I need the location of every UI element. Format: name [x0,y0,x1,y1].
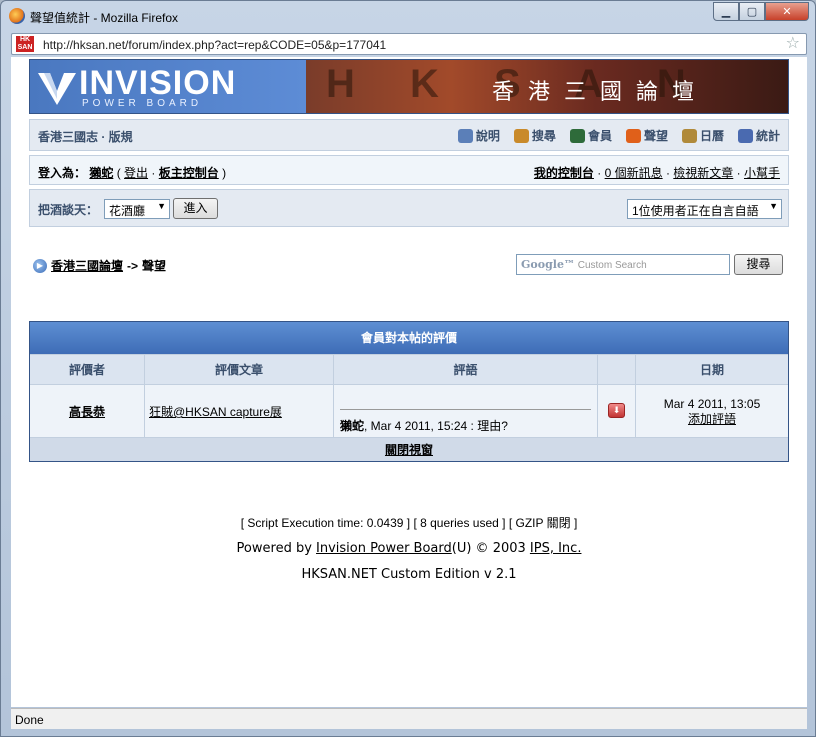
table-row: 高長恭 狂賊@HKSAN capture展 獺蛇, Mar 4 2011, 15… [30,384,788,437]
enter-button[interactable]: 進入 [173,198,218,219]
forum-banner[interactable]: INVISION POWER BOARD H K S A N 香港三國論壇 [29,59,789,114]
site-favicon-icon: HK SAN [16,36,34,52]
breadcrumb-forum-link[interactable]: 香港三國論壇 [51,257,123,274]
col-icon [598,355,636,384]
negative-rating-icon: ⬇ [608,403,625,418]
online-users-select[interactable]: 1位使用者正在自言自語 ▼ [627,199,782,219]
nav-item[interactable]: 搜尋 [513,127,556,144]
rating-table: 會員對本帖的評價 評價者 評價文章 評語 日期 高長恭 狂賊@HKSAN cap… [29,321,789,462]
nav-item[interactable]: 聲望 [625,127,668,144]
nav-item-label: 會員 [587,129,612,143]
members-icon [569,128,585,143]
chevron-down-icon: ▼ [769,201,778,211]
chat-label: 把酒談天： [38,203,99,217]
nav-item-label: 日曆 [699,129,724,143]
title-bar: 聲望值統計 - Mozilla Firefox ▁ ▢ ✕ [1,1,815,31]
ips-link[interactable]: IPS, Inc. [530,541,582,556]
col-rater: 評價者 [30,355,145,384]
logout-link[interactable]: 登出 [124,166,148,180]
nav-item-label: 搜尋 [531,129,556,143]
mod-cp-link[interactable]: 板主控制台 [159,166,219,180]
rater-link[interactable]: 高長恭 [69,405,105,419]
comment-divider [340,409,591,410]
username-link[interactable]: 獺蛇 [89,166,113,180]
new-messages-link[interactable]: 0 個新訊息 [605,166,663,180]
comment-user: 獺蛇 [340,419,365,433]
maximize-button[interactable]: ▢ [739,2,765,21]
search-button[interactable]: 搜尋 [734,254,783,275]
calendar-icon [681,128,697,143]
rating-table-title: 會員對本帖的評價 [30,322,788,354]
col-comment: 評語 [334,355,598,384]
view-new-posts-link[interactable]: 檢視新文章 [673,166,733,180]
execution-stats: [ Script Execution time: 0.0439 ] [ 8 qu… [240,516,578,530]
nav-strip: 香港三國志 · 版規 說明 搜尋 會員 聲望 日曆 統計 [29,119,789,151]
powered-mid: (U) © 2003 [451,541,530,556]
browser-window: 聲望值統計 - Mozilla Firefox ▁ ▢ ✕ HK SAN htt… [0,0,816,737]
article-link[interactable]: 狂賊@HKSAN capture展 [149,405,282,419]
col-date: 日期 [699,363,724,377]
banner-artwork: H K S A N 香港三國論壇 [306,60,788,113]
firefox-icon [9,8,25,24]
search-placeholder: Custom Search [577,260,647,271]
invision-link[interactable]: Invision Power Board [316,541,452,556]
stats-icon [737,128,753,143]
breadcrumb-current: 聲望 [142,259,167,273]
google-logo: Google™ [521,258,575,271]
url-text[interactable]: http://hksan.net/forum/index.php?act=rep… [43,38,386,52]
close-button[interactable]: ✕ [765,2,809,21]
status-text: Done [15,713,44,727]
nav-item[interactable]: 統計 [737,127,780,144]
add-comment-link[interactable]: 添加評語 [688,412,736,426]
search-icon [513,128,529,143]
minimize-button[interactable]: ▁ [713,2,739,21]
breadcrumb: ▶ 香港三國論壇 -> 聲望 [33,257,166,274]
helper-link[interactable]: 小幫手 [744,166,780,180]
chat-bar: 把酒談天： 花酒廳 ▼ 進入 1位使用者正在自言自語 ▼ [29,189,789,227]
chat-room-select[interactable]: 花酒廳 ▼ [104,199,170,219]
nav-item[interactable]: 日曆 [681,127,724,144]
nav-item-label: 說明 [475,129,500,143]
breadcrumb-separator: -> [127,258,139,273]
rating-date: Mar 4 2011, 13:05 [663,397,761,411]
my-cp-link[interactable]: 我的控制台 [534,166,594,180]
chevron-down-icon: ▼ [157,201,166,211]
logged-in-label: 登入為： [38,166,87,180]
logo-subtext: POWER BOARD [82,98,203,109]
rating-table-header: 評價者 評價文章 評語 日期 [30,354,788,384]
user-bar: 登入為： 獺蛇 ( 登出 · 板主控制台 ) 我的控制台 · 0 個新訊息 · … [29,155,789,185]
window-title: 聲望值統計 - Mozilla Firefox [30,11,179,25]
comment-text: , Mar 4 2011, 15:24 : 理由? [364,419,508,433]
nav-item[interactable]: 會員 [569,127,612,144]
nav-item-label: 統計 [755,129,780,143]
bookmark-star-icon[interactable]: ☆ [786,35,800,53]
powered-by: Powered by Invision Power Board(U) © 200… [11,541,807,556]
banner-title: 香港三國論壇 [492,80,709,105]
board-title[interactable]: 香港三國志 · 版規 [38,128,133,145]
online-users-value: 1位使用者正在自言自語 [632,204,759,218]
nav-arrow-icon: ▶ [33,258,47,273]
close-window-link[interactable]: 關閉視窗 [385,443,433,457]
nav-item[interactable]: 說明 [457,127,500,144]
nav-item-label: 聲望 [643,129,668,143]
invision-logo-icon [38,73,76,105]
chat-room-value: 花酒廳 [109,204,146,218]
status-bar: Done [11,708,807,729]
col-article: 評價文章 [145,355,334,384]
url-bar[interactable]: HK SAN http://hksan.net/forum/index.php?… [11,33,807,55]
powered-prefix: Powered by [236,541,317,556]
page-content: INVISION POWER BOARD H K S A N 香港三國論壇 香港… [11,57,807,707]
heart-icon [625,128,641,143]
edition-text: HKSAN.NET Custom Edition v 2.1 [301,567,517,582]
help-icon [457,128,473,143]
search-input[interactable]: Google™ Custom Search [516,254,730,275]
